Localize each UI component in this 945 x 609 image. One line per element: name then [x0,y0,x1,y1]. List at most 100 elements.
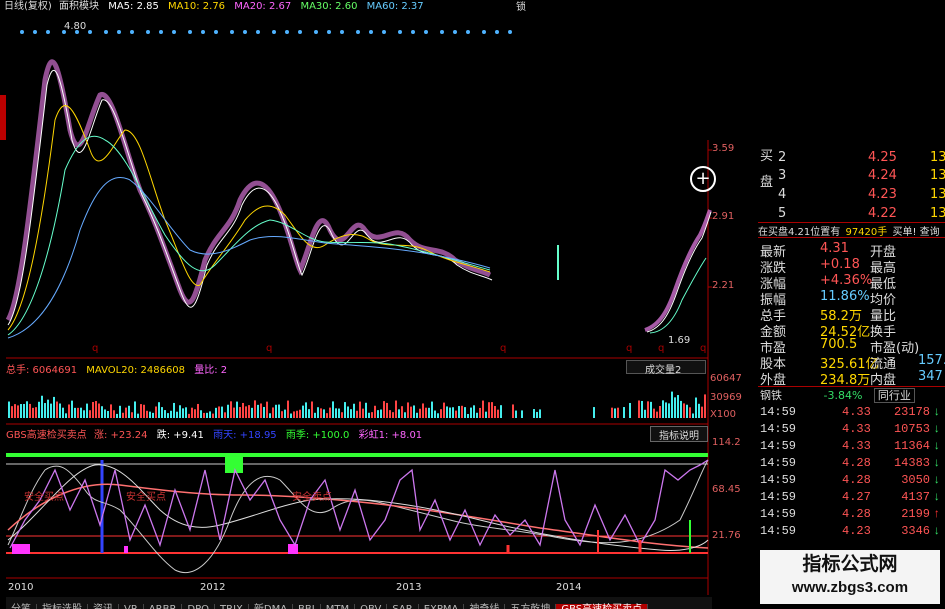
kline-chart[interactable] [0,0,758,609]
volume-bar [350,409,352,418]
volume-bar [494,406,496,418]
volume-bar [341,412,343,418]
volume-bar [113,410,115,418]
volume-bar [290,413,292,418]
volume-ratio: 量比: 2 [194,365,228,376]
tick-price: 4.23 [842,524,871,538]
volume-bar [701,406,703,418]
tick-row: 14:59 4.23 3346 ↓ [758,524,945,541]
volume-bar [704,394,706,418]
indicator-axis-label-3: 21.76 [712,530,741,541]
volume-bar [419,408,421,418]
indicator-tab[interactable]: 指标选股 [37,604,88,609]
volume-bar [23,403,25,418]
indicator-tab[interactable]: DPO [182,604,216,609]
indicator-tab[interactable]: 五方乾坤 [505,604,557,609]
indicator-tab[interactable]: MTM [320,604,356,609]
stat-value: +4.36% [820,273,873,288]
order-book-row[interactable]: 3 4.24 13 [758,168,945,184]
volume-bar [644,409,646,418]
volume-bar [209,411,211,418]
volume-bar [173,402,175,418]
sector-row[interactable]: 钢铁 -3.84% 同行业 [758,386,945,403]
volume-bar [128,405,130,418]
tick-volume: 23178 [893,405,930,419]
price-axis-label-2: 2.91 [712,211,735,222]
volume-bar [464,407,466,418]
signal-dot [201,30,205,34]
indicator-tab[interactable]: SAR [387,604,419,609]
volume-bar [458,406,460,418]
volume-bar [44,403,46,418]
indicator-tab[interactable]: 分笔 [6,604,37,609]
same-industry-button[interactable]: 同行业 [873,388,915,403]
volume-bar [311,401,313,418]
signal-dot [46,30,50,34]
indicator-tab[interactable]: TRIX [215,604,249,609]
volume-bar [47,399,49,418]
crosshair-cursor-icon[interactable]: + [690,166,716,192]
volume-bar [533,409,535,418]
volume-bar [224,412,226,418]
volume-bars [8,391,706,418]
volume-bar [413,405,415,418]
indicator-tab[interactable]: GBS高速检买卖点 [556,604,649,609]
volume-bar [695,397,697,418]
volume-bar [233,407,235,418]
indicator-tab[interactable]: 神奇线 [464,604,506,609]
volume-header: 总手: 6064691 MAVOL20: 2486608 量比: 2 [6,361,227,376]
volume-bar [668,403,670,418]
volume-bar [89,410,91,418]
volume-bar [443,402,445,418]
volume-bar [191,407,193,418]
volume-bar [263,406,265,418]
indicator-tab[interactable]: ARBR [143,604,183,609]
volume-bar [431,401,433,418]
stats-row: 市盈 700.5 市盈(动) [758,337,945,356]
indicator-tab[interactable]: 资讯 [88,604,119,609]
signal-dot [243,30,247,34]
tick-direction-icon: ↓ [933,405,941,419]
volume-bar [344,402,346,418]
indicator-rainbow: 彩虹1: +8.01 [358,430,423,441]
indicator-tab[interactable]: EXPMA [418,604,465,609]
volume-bar [17,405,19,418]
volume-bar [434,410,436,418]
volume-bar [98,403,100,418]
volume-bar [92,401,94,418]
volume-bar [476,412,478,418]
volume-bar [158,402,160,418]
order-book-row[interactable]: 4 4.23 13 [758,187,945,203]
order-book-row[interactable]: 5 4.22 13 [758,206,945,222]
signal-dot [285,30,289,34]
indicator-axis-label-2: 68.45 [712,484,741,495]
tick-price: 4.27 [842,490,871,504]
volume-bar [299,409,301,418]
volume-bar [302,405,304,418]
sector-name[interactable]: 钢铁 [760,389,782,402]
indicator-help-button[interactable]: 指标说明 [650,426,708,442]
indicator-tab[interactable]: VR [119,604,144,609]
volume-axis-label-1: 60647 [710,373,742,384]
volume-bar [386,402,388,418]
indicator-tab[interactable]: BBI [293,604,321,609]
volume-bar [356,410,358,418]
chart-area[interactable]: 日线(复权) 面积模块 MA5: 2.85 MA10: 2.76 MA20: 2… [0,0,758,609]
volume-bar [194,409,196,418]
volume-bar [149,411,151,418]
volume-bar [671,391,673,418]
volume-bar [416,412,418,418]
queue-text: 在买盘4.21位置有 [758,227,841,238]
stats-row: 股本 325.61亿 流通 157. [758,353,945,372]
indicator-name[interactable]: GBS高速检买卖点 [6,430,87,441]
volume-selector[interactable]: 成交量2 [626,360,706,376]
volume-bar [332,401,334,418]
indicator-tab[interactable]: 新DMA [248,604,294,609]
total-volume: 总手: 6064691 [6,365,78,376]
volume-bar [629,402,631,418]
indicator-tab[interactable]: OBV [355,604,388,609]
queue-info-bar[interactable]: 在买盘4.21位置有 97420手 买单! 查询 [758,222,945,238]
order-book-row[interactable]: 2 4.25 13 [758,150,945,166]
volume-bar [488,402,490,418]
volume-bar [320,408,322,418]
